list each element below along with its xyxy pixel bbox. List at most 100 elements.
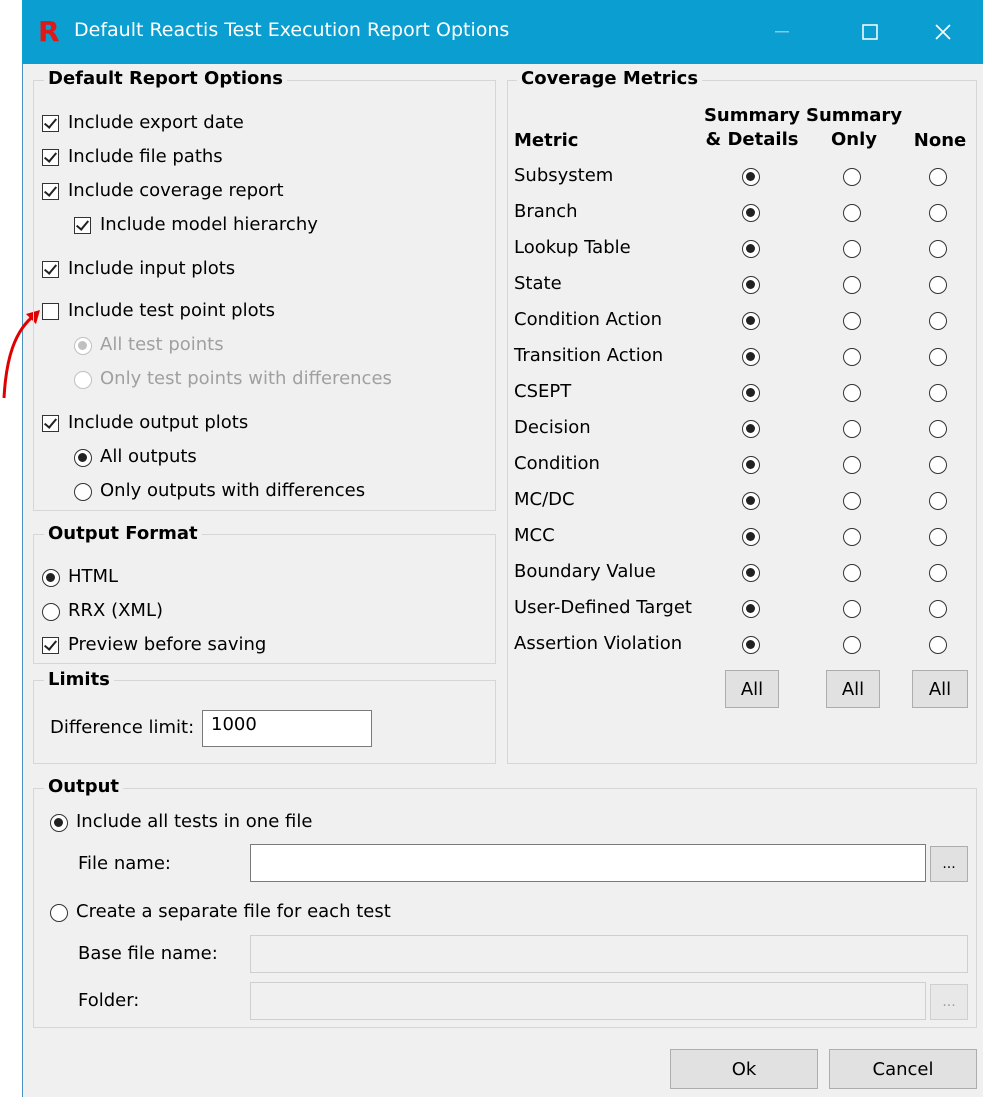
summary-only-radio[interactable] bbox=[843, 456, 861, 474]
summary-details-radio[interactable] bbox=[742, 168, 760, 186]
summary-only-radio[interactable] bbox=[843, 636, 861, 654]
separate-file-label: Create a separate file for each test bbox=[76, 901, 391, 922]
all-summary-only-button[interactable]: All bbox=[826, 670, 880, 708]
folder-input[interactable] bbox=[250, 982, 926, 1020]
test-point-plots-label: Include test point plots bbox=[68, 300, 276, 321]
cancel-button[interactable]: Cancel bbox=[829, 1049, 977, 1089]
none-radio[interactable] bbox=[929, 564, 947, 582]
metric-label: State bbox=[514, 273, 562, 294]
none-radio[interactable] bbox=[929, 420, 947, 438]
metric-label: Condition Action bbox=[514, 309, 662, 330]
output-format-legend: Output Format bbox=[44, 523, 202, 544]
all-test-points-radio[interactable] bbox=[74, 337, 92, 355]
file-paths-checkbox[interactable] bbox=[42, 149, 59, 166]
summary-only-radio[interactable] bbox=[843, 528, 861, 546]
base-file-name-input[interactable] bbox=[250, 935, 968, 973]
minimize-button[interactable] bbox=[742, 0, 822, 64]
summary-only-radio[interactable] bbox=[843, 492, 861, 510]
difference-limit-input[interactable]: 1000 bbox=[202, 710, 372, 747]
summary-details-radio[interactable] bbox=[742, 492, 760, 510]
metric-label: MCC bbox=[514, 525, 555, 546]
none-radio[interactable] bbox=[929, 384, 947, 402]
none-radio[interactable] bbox=[929, 636, 947, 654]
summary-details-radio[interactable] bbox=[742, 564, 760, 582]
file-name-browse-button[interactable]: ... bbox=[930, 846, 968, 882]
summary-only-radio[interactable] bbox=[843, 240, 861, 258]
export-date-checkbox[interactable] bbox=[42, 115, 59, 132]
coverage-report-label: Include coverage report bbox=[68, 180, 284, 201]
preview-checkbox[interactable] bbox=[42, 637, 59, 654]
summary-only-radio[interactable] bbox=[843, 168, 861, 186]
none-radio[interactable] bbox=[929, 492, 947, 510]
reactis-logo-icon: R bbox=[38, 15, 60, 48]
test-point-plots-checkbox[interactable] bbox=[42, 303, 59, 320]
metric-label: Decision bbox=[514, 417, 591, 438]
summary-only-radio[interactable] bbox=[843, 600, 861, 618]
none-radio[interactable] bbox=[929, 528, 947, 546]
report-options-legend: Default Report Options bbox=[44, 68, 287, 89]
summary-details-radio[interactable] bbox=[742, 420, 760, 438]
metric-column-header: Metric bbox=[514, 130, 579, 151]
none-radio[interactable] bbox=[929, 168, 947, 186]
file-name-input[interactable] bbox=[250, 844, 926, 882]
summary-details-radio[interactable] bbox=[742, 240, 760, 258]
limits-legend: Limits bbox=[44, 669, 114, 690]
summary-only-radio[interactable] bbox=[843, 204, 861, 222]
test-points-diff-label: Only test points with differences bbox=[100, 368, 392, 389]
summary-details-radio[interactable] bbox=[742, 204, 760, 222]
metric-label: CSEPT bbox=[514, 381, 572, 402]
rrx-radio[interactable] bbox=[42, 603, 60, 621]
none-radio[interactable] bbox=[929, 312, 947, 330]
summary-only-radio[interactable] bbox=[843, 348, 861, 366]
metric-label: Branch bbox=[514, 201, 578, 222]
preview-label: Preview before saving bbox=[68, 634, 267, 655]
metric-label: User-Defined Target bbox=[514, 597, 692, 618]
close-icon bbox=[935, 24, 951, 40]
none-radio[interactable] bbox=[929, 204, 947, 222]
close-button[interactable] bbox=[903, 0, 983, 64]
all-summary-details-button[interactable]: All bbox=[725, 670, 779, 708]
none-radio[interactable] bbox=[929, 276, 947, 294]
one-file-radio[interactable] bbox=[50, 814, 68, 832]
outputs-diff-radio[interactable] bbox=[74, 483, 92, 501]
none-radio[interactable] bbox=[929, 348, 947, 366]
ok-button[interactable]: Ok bbox=[670, 1049, 818, 1089]
summary-details-radio[interactable] bbox=[742, 312, 760, 330]
summary-details-radio[interactable] bbox=[742, 456, 760, 474]
input-plots-checkbox[interactable] bbox=[42, 261, 59, 278]
summary-details-radio[interactable] bbox=[742, 384, 760, 402]
summary-details-radio[interactable] bbox=[742, 276, 760, 294]
export-date-label: Include export date bbox=[68, 112, 244, 133]
summary-only-radio[interactable] bbox=[843, 312, 861, 330]
model-hierarchy-label: Include model hierarchy bbox=[100, 214, 318, 235]
coverage-report-checkbox[interactable] bbox=[42, 183, 59, 200]
summary-only-radio[interactable] bbox=[843, 420, 861, 438]
all-outputs-radio[interactable] bbox=[74, 449, 92, 467]
metric-label: MC/DC bbox=[514, 489, 575, 510]
summary-details-radio[interactable] bbox=[742, 528, 760, 546]
all-none-button[interactable]: All bbox=[912, 670, 968, 708]
minimize-icon bbox=[775, 31, 789, 33]
output-legend: Output bbox=[44, 776, 124, 797]
summary-only-radio[interactable] bbox=[843, 276, 861, 294]
summary-only-radio[interactable] bbox=[843, 384, 861, 402]
separate-file-radio[interactable] bbox=[50, 904, 68, 922]
output-plots-checkbox[interactable] bbox=[42, 415, 59, 432]
output-plots-label: Include output plots bbox=[68, 412, 249, 433]
difference-limit-label: Difference limit: bbox=[50, 717, 195, 738]
maximize-button[interactable] bbox=[830, 0, 910, 64]
none-radio[interactable] bbox=[929, 456, 947, 474]
model-hierarchy-checkbox[interactable] bbox=[74, 217, 91, 234]
none-radio[interactable] bbox=[929, 600, 947, 618]
summary-details-radio[interactable] bbox=[742, 348, 760, 366]
test-points-diff-radio[interactable] bbox=[74, 371, 92, 389]
file-paths-label: Include file paths bbox=[68, 146, 223, 167]
folder-browse-button[interactable]: ... bbox=[930, 984, 968, 1020]
none-radio[interactable] bbox=[929, 240, 947, 258]
html-radio[interactable] bbox=[42, 569, 60, 587]
window-title: Default Reactis Test Execution Report Op… bbox=[74, 19, 510, 41]
summary-details-radio[interactable] bbox=[742, 600, 760, 618]
metric-label: Condition bbox=[514, 453, 600, 474]
summary-details-radio[interactable] bbox=[742, 636, 760, 654]
summary-only-radio[interactable] bbox=[843, 564, 861, 582]
